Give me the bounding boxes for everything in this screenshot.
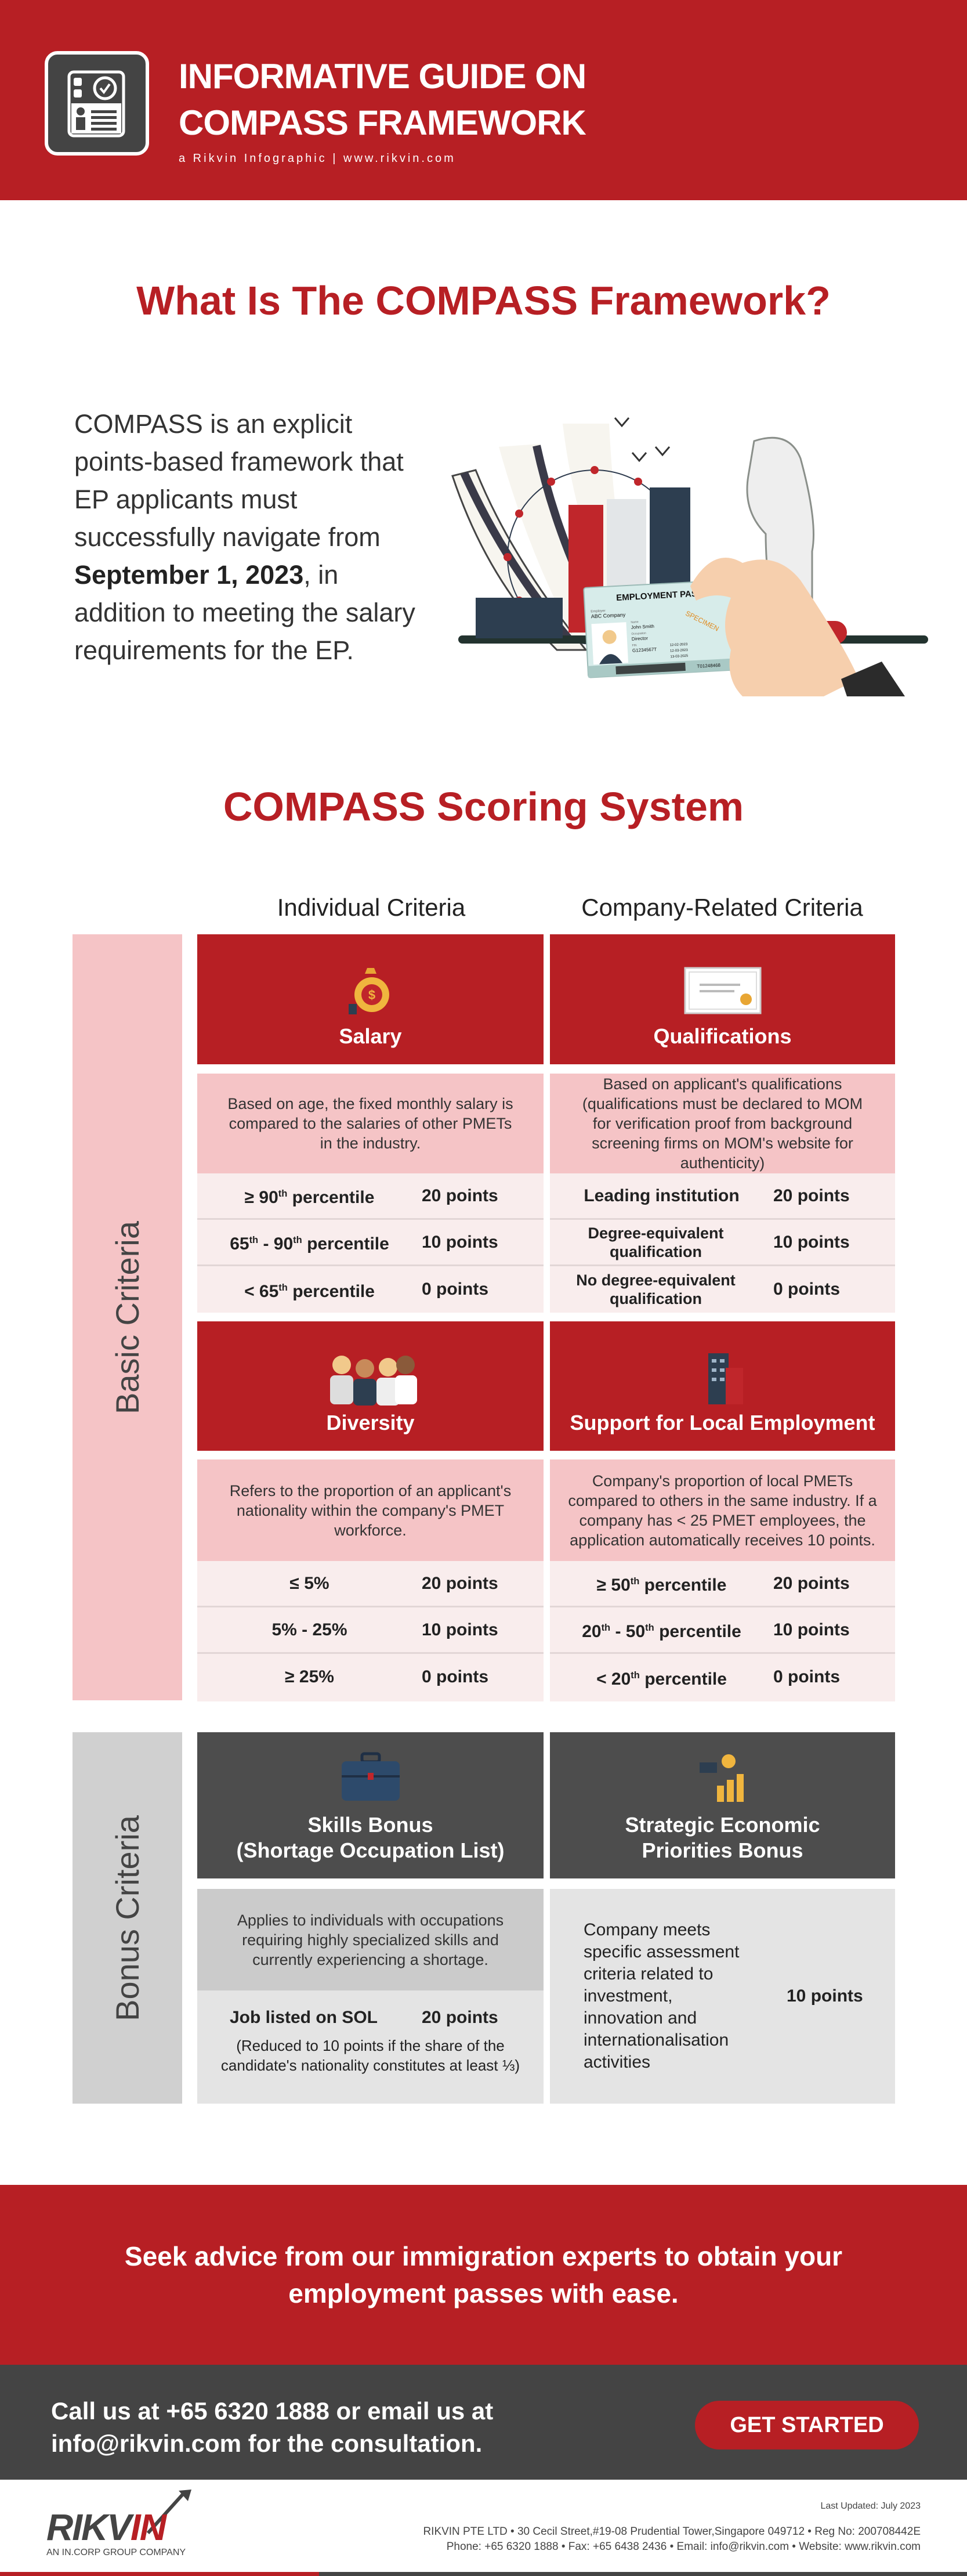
skills-bonus-description: Applies to individuals with occupations … <box>197 1889 544 1990</box>
card-fin-label: FIN <box>632 644 637 647</box>
strategic-bonus-title: Strategic Economic Priorities Bonus <box>625 1813 820 1862</box>
card-occupation: Director <box>632 635 649 641</box>
logo-tagline: AN IN.CORP GROUP COMPANY <box>46 2548 186 2557</box>
people-group-icon <box>329 1356 417 1406</box>
diversity-points-table: ≤ 5% 20 points 5% - 25% 10 points ≥ 25% 0 p… <box>197 1561 544 1701</box>
svg-text:$: $ <box>368 988 375 1002</box>
table-row: ≥ 90th percentile 20 points <box>197 1173 544 1220</box>
cta-banner: Seek advice from our immigration experts… <box>0 2185 967 2365</box>
skills-bonus-title: Skills Bonus (Shortage Occupation List) <box>236 1813 505 1862</box>
coins-growth-icon <box>699 1754 744 1802</box>
rikvin-logo: RIKVIN AN IN.CORP GROUP COMPANY <box>46 2490 197 2565</box>
skills-bonus-points: Job listed on SOL 20 points (Reduced to … <box>197 1990 544 2104</box>
skills-bonus-card-header: Skills Bonus (Shortage Occupation List) <box>197 1732 544 1878</box>
table-row: < 65th percentile 0 points <box>244 1280 489 1301</box>
contact-text: Call us at +65 6320 1888 or email us at i… <box>51 2397 494 2457</box>
strategic-bonus-body: Company meets specific assessment criter… <box>550 1889 895 2104</box>
skills-criterion: Job listed on SOL <box>229 2008 378 2027</box>
scoring-heading: COMPASS Scoring System <box>223 784 744 829</box>
table-row: 65th - 90th percentile 10 points <box>197 1220 544 1266</box>
salary-title: Salary <box>339 1024 402 1048</box>
local-employment-title: Support for Local Employment <box>570 1411 875 1435</box>
table-row: 20th - 50th percentile 10 points <box>550 1607 895 1654</box>
intro-text: COMPASS is an explicit points-based fram… <box>74 409 415 665</box>
certificate-icon <box>684 967 761 1014</box>
basic-criteria-label: Basic Criteria <box>73 934 182 1700</box>
qualifications-title: Qualifications <box>653 1024 792 1048</box>
salary-description: Based on age, the fixed monthly salary i… <box>197 1074 544 1173</box>
local-employment-card-header: Support for Local Employment <box>550 1321 895 1451</box>
qualifications-points-table: Leading institution 20 points Degree-equi… <box>550 1173 895 1313</box>
table-row: No degree-equivalent qualification 0 poin… <box>576 1271 841 1307</box>
salary-points-table: ≥ 90th percentile 20 points 65th - 90th p… <box>197 1173 544 1313</box>
table-row: ≥ 25% 0 points <box>285 1667 489 1686</box>
bonus-criteria-label: Bonus Criteria <box>73 1732 182 2104</box>
table-row: ≤ 5% 20 points <box>197 1561 544 1607</box>
strategic-description: Company meets specific assessment criter… <box>584 1920 740 2072</box>
qualifications-description: Based on applicant's qualifications (qua… <box>550 1074 895 1173</box>
column-header-individual: Individual Criteria <box>277 894 466 921</box>
money-bag-icon: $ <box>348 968 389 1014</box>
header-subtitle: a Rikvin Infographic | www.rikvin.com <box>179 152 456 165</box>
table-row: 5% - 25% 10 points <box>197 1607 544 1654</box>
last-updated: Last Updated: July 2023 <box>820 2501 921 2511</box>
column-header-company: Company-Related Criteria <box>581 894 863 921</box>
table-row: Leading institution 20 points <box>550 1173 895 1220</box>
diversity-card-header: Diversity <box>197 1321 544 1451</box>
table-row: Degree-equivalent qualification 10 points <box>550 1220 895 1266</box>
diversity-title: Diversity <box>326 1411 415 1435</box>
diversity-description: Refers to the proportion of an applicant… <box>197 1459 544 1561</box>
local-employment-description: Company's proportion of local PMETs comp… <box>550 1459 895 1561</box>
office-building-icon <box>708 1353 743 1404</box>
singapore-illustration: EMPLOYMENT PASS Employer ABC Company Nam… <box>441 406 946 696</box>
strategic-points: 10 points <box>787 1986 863 2006</box>
local-employment-points-table: ≥ 50th percentile 20 points 20th - 50th p… <box>550 1561 895 1701</box>
strategic-bonus-card-header: Strategic Economic Priorities Bonus <box>550 1732 895 1878</box>
card-name-label: Name <box>631 620 639 624</box>
table-row: ≥ 50th percentile 20 points <box>550 1561 895 1607</box>
id-card-check-icon <box>45 51 149 156</box>
qualifications-card-header: Qualifications <box>550 934 895 1064</box>
company-address: RIKVIN PTE LTD • 30 Cecil Street,#19-08 … <box>423 2526 921 2538</box>
get-started-button[interactable]: GET STARTED <box>695 2401 919 2449</box>
skills-note: (Reduced to 10 points if the share of th… <box>220 2037 520 2074</box>
footer-info: Last Updated: July 2023 RIKVIN PTE LTD •… <box>423 2501 921 2555</box>
table-row: < 20th percentile 0 points <box>596 1667 841 1689</box>
salary-card-header: $ Salary <box>197 934 544 1064</box>
header-title: INFORMATIVE GUIDE ON COMPASS FRAMEWORK <box>179 57 586 142</box>
intro-heading: What Is The COMPASS Framework? <box>136 278 831 323</box>
footer-bar-dark <box>319 2572 967 2576</box>
briefcase-icon <box>341 1752 400 1801</box>
skills-points: 20 points <box>422 2008 498 2027</box>
company-contacts: Phone: +65 6320 1888 • Fax: +65 6438 243… <box>446 2541 921 2553</box>
footer-bar-red <box>0 2572 319 2576</box>
